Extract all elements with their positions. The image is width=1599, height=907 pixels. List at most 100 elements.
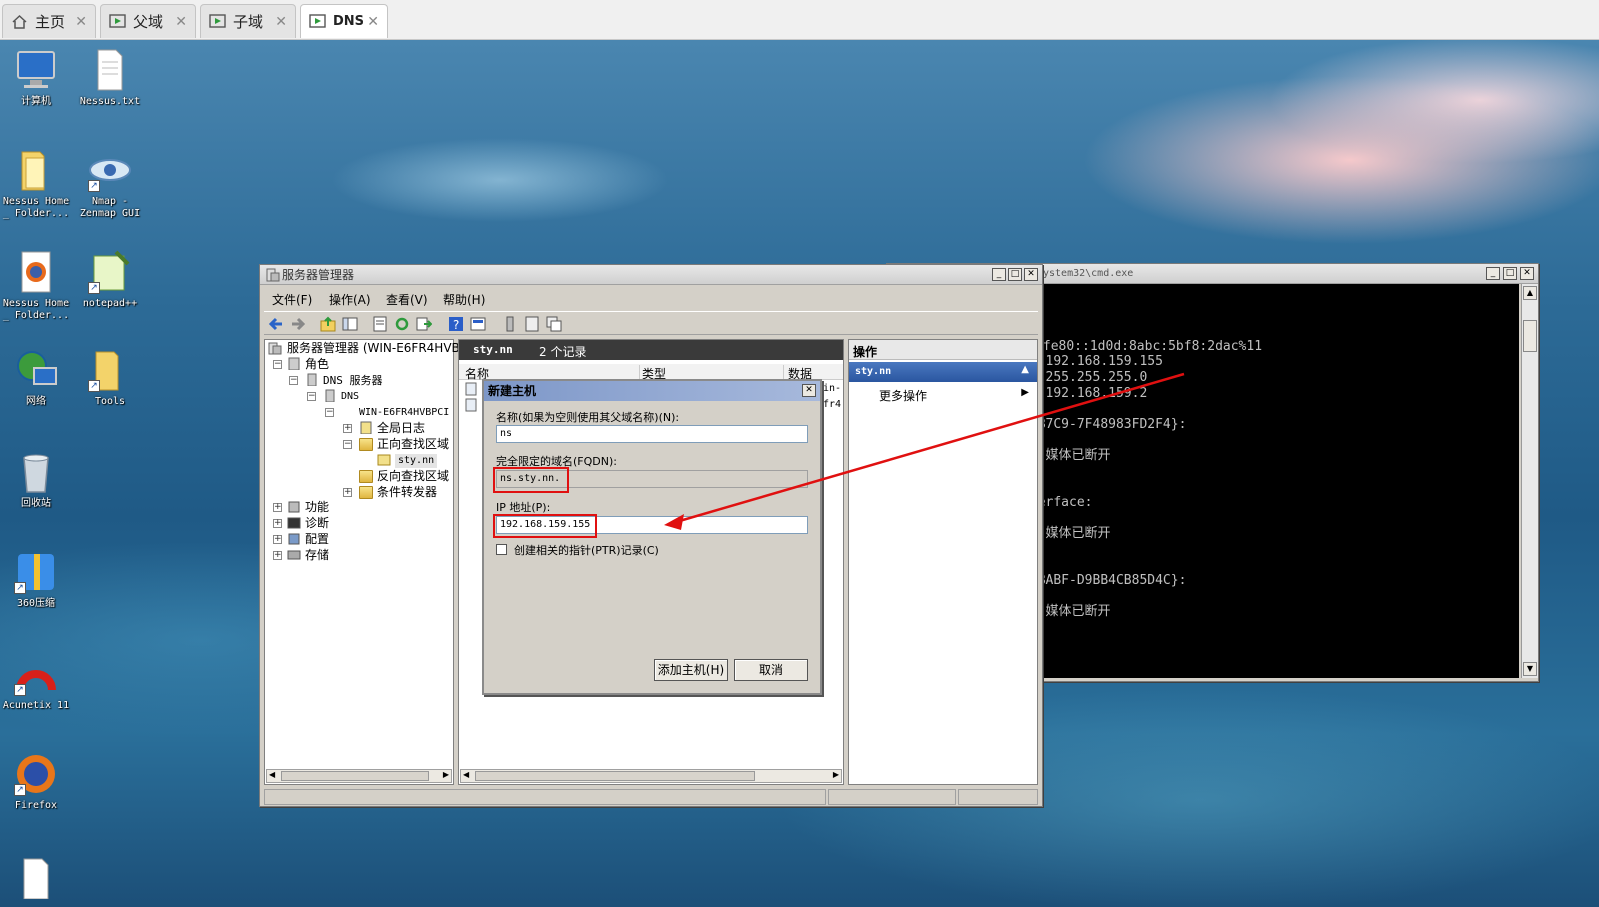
close-button[interactable]: ✕ [1520,267,1534,280]
tree-dns[interactable]: DNS [341,390,359,404]
tree-conditional-forwarders[interactable]: 条件转发器 [377,485,437,499]
close-button[interactable]: ✕ [1024,268,1038,281]
zone-icon [377,454,391,466]
nessus-txt-icon[interactable]: Nessus.txt [72,48,148,108]
view-icon[interactable] [470,316,486,332]
tree-roles[interactable]: 角色 [305,357,329,371]
minimize-button[interactable]: _ [1486,267,1500,280]
minimize-button[interactable]: _ [992,268,1006,281]
export-list-icon[interactable] [416,316,432,332]
trash-icon [23,454,49,493]
expand-icon[interactable]: + [273,503,282,512]
close-icon[interactable]: ✕ [367,5,379,39]
expand-icon[interactable]: + [273,535,282,544]
copy-icon[interactable] [546,316,562,332]
show-tree-icon[interactable] [342,316,358,332]
ptr-checkbox[interactable] [496,544,507,555]
tree-horizontal-scrollbar[interactable]: ◀ ▶ [266,769,452,783]
tree-root[interactable]: 服务器管理器 (WIN-E6FR4HVBPC [287,341,475,355]
status-bar-cell [264,789,826,805]
tree-features[interactable]: 功能 [305,500,329,514]
records-horizontal-scrollbar[interactable]: ◀ ▶ [460,769,842,783]
more-actions[interactable]: 更多操作 [879,387,927,404]
menu-action[interactable]: 操作(A) [329,291,371,308]
tab-child-domain[interactable]: 子域 ✕ [200,4,296,38]
tools-icon[interactable]: ↗ Tools [72,348,148,408]
scroll-left-icon[interactable]: ◀ [269,770,275,779]
dialog-titlebar[interactable]: 新建主机 ✕ [484,381,820,401]
tab-home[interactable]: 主页 ✕ [2,4,96,38]
scroll-left-icon[interactable]: ◀ [463,770,469,779]
tree-pane[interactable]: 服务器管理器 (WIN-E6FR4HVBPC − 角色 − DNS 服务器 − … [264,339,475,785]
submenu-arrow-icon[interactable]: ▶ [1021,387,1029,398]
maximize-button[interactable]: □ [1503,267,1517,280]
help-icon[interactable]: ? [448,316,464,332]
add-host-button[interactable]: 添加主机(H) [654,659,728,681]
tree-storage[interactable]: 存储 [305,548,329,562]
scroll-up-icon[interactable]: ▲ [1523,286,1537,300]
server-manager-titlebar[interactable]: 服务器管理器 _ □ ✕ [260,265,1042,285]
cmd-scrollbar[interactable]: ▲ ▼ [1521,284,1538,678]
notepadpp-icon[interactable]: ↗ notepad++ [72,250,148,310]
recycle-bin-icon[interactable]: 回收站 [0,450,74,510]
acunetix-icon[interactable]: ↗ Acunetix 11 [0,652,74,712]
nessus-folder-icon[interactable]: Nessus Home _ Folder... [0,148,74,220]
collapse-icon[interactable]: − [273,360,282,369]
list-icon[interactable] [524,316,540,332]
desktop-icon-label: 360压缩 [16,598,56,609]
tab-dns[interactable]: DNS ✕ [300,4,388,38]
status-bar-cell [958,789,1038,805]
expand-icon[interactable]: + [273,519,282,528]
scroll-right-icon[interactable]: ▶ [443,770,449,779]
log-icon [360,421,372,434]
expand-icon[interactable]: + [343,424,352,433]
tree-global-log[interactable]: 全局日志 [377,421,425,435]
scroll-thumb[interactable] [1523,320,1537,352]
collapse-icon[interactable]: − [307,392,316,401]
collapse-up-icon[interactable]: ▲ [1021,364,1029,375]
tree-host[interactable]: WIN-E6FR4HVBPCI [359,406,449,420]
server-manager-window[interactable]: 服务器管理器 _ □ ✕ 文件(F) 操作(A) 查看(V) 帮助(H) ? 服… [259,264,1043,807]
menu-help[interactable]: 帮助(H) [443,291,485,308]
forward-arrow-icon[interactable] [290,316,306,332]
refresh-icon[interactable] [394,316,410,332]
tree-configuration[interactable]: 配置 [305,532,329,546]
features-icon [288,501,300,513]
document-desktop-icon[interactable] [0,855,74,900]
close-icon[interactable]: ✕ [75,5,87,39]
maximize-button[interactable]: □ [1008,268,1022,281]
close-button[interactable]: ✕ [802,384,816,397]
scroll-down-icon[interactable]: ▼ [1523,662,1537,676]
back-arrow-icon[interactable] [268,316,284,332]
up-folder-icon[interactable] [320,316,336,332]
computer-icon[interactable]: 计算机 [0,48,74,108]
tree-diagnostics[interactable]: 诊断 [305,516,329,530]
name-input[interactable]: ns [496,425,808,443]
properties-icon[interactable] [372,316,388,332]
zenmap-icon[interactable]: ↗ Nmap - Zenmap GUI [72,148,148,220]
tab-parent-domain[interactable]: 父域 ✕ [100,4,196,38]
scroll-thumb[interactable] [281,771,429,781]
tree-zone-selected[interactable]: sty.nn [395,454,438,468]
collapse-icon[interactable]: − [289,376,298,385]
scroll-right-icon[interactable]: ▶ [833,770,839,779]
firefox-icon[interactable]: ↗ Firefox [0,752,74,812]
expand-icon[interactable]: + [273,551,282,560]
collapse-icon[interactable]: − [343,440,352,449]
server-icon[interactable] [502,316,518,332]
menu-file[interactable]: 文件(F) [272,291,312,308]
cancel-button[interactable]: 取消 [734,659,808,681]
nessus-firefox-icon[interactable]: Nessus Home _ Folder... [0,250,74,322]
360zip-icon[interactable]: ↗ 360压缩 [0,550,74,610]
close-icon[interactable]: ✕ [175,5,187,39]
tree-reverse-zone[interactable]: 反向查找区域 [377,469,449,483]
scroll-thumb[interactable] [475,771,755,781]
close-icon[interactable]: ✕ [275,5,287,39]
menu-view[interactable]: 查看(V) [386,291,428,308]
expand-icon[interactable]: + [343,488,352,497]
tree-dns-server[interactable]: DNS 服务器 [323,374,383,388]
tree-forward-zone[interactable]: 正向查找区域 [377,437,449,451]
actions-section[interactable]: sty.nn ▲ [849,362,1037,382]
collapse-icon[interactable]: − [325,408,334,417]
network-icon[interactable]: 网络 [0,348,74,408]
